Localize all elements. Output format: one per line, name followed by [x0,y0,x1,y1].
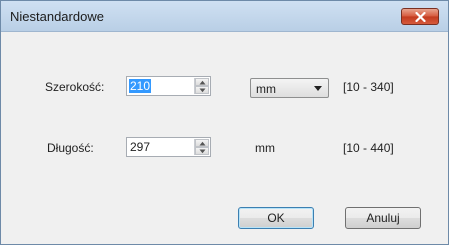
length-label: Długość: [47,141,94,155]
custom-size-dialog: Niestandardowe Szerokość: 210 mm [10 - 3… [0,0,449,245]
dialog-title: Niestandardowe [10,9,104,24]
length-spinbox[interactable] [126,137,211,157]
length-decrement-button[interactable] [195,147,209,155]
length-range: [10 - 440] [343,141,394,155]
length-unit-label: mm [255,141,275,155]
ok-button[interactable]: OK [238,207,314,229]
length-spin-buttons [194,139,209,155]
length-input[interactable] [130,140,185,154]
width-input[interactable]: 210 [129,79,152,93]
chevron-down-icon [314,86,322,91]
title-bar[interactable]: Niestandardowe [1,1,448,32]
width-label: Szerokość: [45,80,105,94]
close-button[interactable] [401,8,439,25]
length-increment-button[interactable] [195,139,209,147]
width-spinbox[interactable]: 210 [126,76,211,96]
arrow-down-icon [199,149,206,154]
width-decrement-button[interactable] [195,86,209,94]
unit-dropdown[interactable]: mm [250,78,329,98]
arrow-down-icon [199,88,206,93]
arrow-up-icon [199,80,206,85]
width-increment-button[interactable] [195,78,209,86]
arrow-up-icon [199,141,206,146]
dialog-content: Szerokość: 210 mm [10 - 340] Długość: 29… [6,32,443,240]
unit-dropdown-value: mm [256,82,276,96]
width-spin-buttons [194,78,209,94]
cancel-button[interactable]: Anuluj [345,207,421,229]
close-icon [415,12,426,22]
width-range: [10 - 340] [343,80,394,94]
